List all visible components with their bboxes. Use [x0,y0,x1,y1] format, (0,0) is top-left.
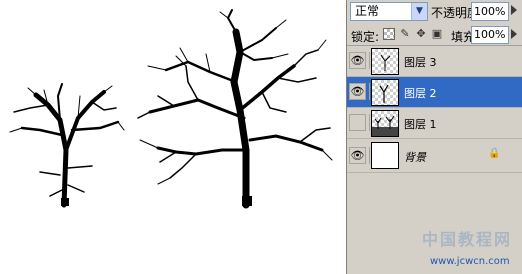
link-slot[interactable] [369,147,370,164]
layer-row-selected[interactable]: 👁 图层 2 [347,77,522,108]
link-slot[interactable] [369,114,370,131]
layer-row[interactable]: 👁 图层 3 [347,46,522,77]
watermark-title: 中国教程网 [422,230,513,249]
padlock-icon[interactable]: ▣ [431,28,443,40]
document-canvas[interactable] [0,0,346,274]
layer-name[interactable]: 图层 2 [404,85,437,101]
layer-name[interactable]: 图层 3 [404,54,437,70]
lock-transparent-icon[interactable] [383,28,395,40]
trees-artwork [9,9,333,209]
layer-name[interactable]: 背景 [404,149,426,165]
link-slot[interactable] [369,52,370,69]
fill-slider-arrow-icon[interactable] [511,29,517,39]
opacity-input[interactable]: 100% [471,2,509,21]
lock-row: 锁定: ✎ ✥ ▣ 填充: 100% [347,24,522,46]
fill-input[interactable]: 100% [471,26,509,44]
eye-icon[interactable]: 👁 [349,83,366,100]
move-icon[interactable]: ✥ [415,28,427,40]
opacity-slider-arrow-icon[interactable] [511,5,517,15]
layer-row-background[interactable]: 👁 背景 🔒 [347,139,522,173]
layer-row[interactable]: 图层 1 [347,108,522,139]
watermark-url: www.jcwcn.com [430,256,510,267]
eye-icon[interactable]: 👁 [349,147,366,164]
chevron-down-icon[interactable]: ▼ [411,3,427,20]
watermark: 中国教程网 www.jcwcn.com [408,222,520,272]
layer-thumbnail [371,48,399,75]
layer-name[interactable]: 图层 1 [404,116,437,132]
layer-thumbnail [371,110,399,137]
blend-mode-value: 正常 [355,4,380,18]
brush-icon[interactable]: ✎ [399,28,411,40]
layer-thumbnail [371,142,399,169]
eye-hidden-icon[interactable] [349,114,366,131]
lock-label: 锁定: [351,30,380,44]
layer-thumbnail [371,79,399,106]
brush-link-icon[interactable] [369,83,370,100]
blend-mode-dropdown[interactable]: 正常 ▼ [350,2,428,21]
padlock-icon: 🔒 [488,148,501,159]
eye-icon[interactable]: 👁 [349,52,366,69]
blend-row: 正常 ▼ 不透明度: 100% [347,0,522,24]
